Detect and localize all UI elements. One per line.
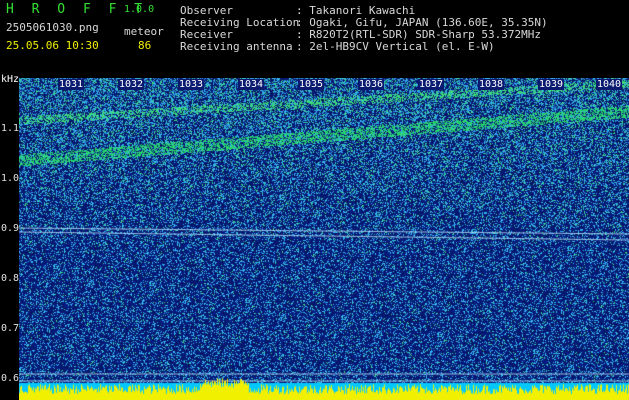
x-tick: 1034 (238, 79, 265, 90)
x-tick: 1033 (178, 79, 205, 90)
y-tick: 0.6 (1, 373, 20, 384)
x-tick: 1032 (118, 79, 145, 90)
y-tick: 1.1 (1, 123, 20, 134)
x-tick: 1039 (538, 79, 565, 90)
y-tick: 0.9 (1, 223, 20, 234)
x-tick: 1037 (418, 79, 445, 90)
x-tick: 1040 (596, 79, 623, 90)
antenna-value: : 2el-HB9CV Vertical (el. E-W) (296, 40, 495, 53)
app-version: 1.0.0 (124, 4, 155, 15)
antenna-key: Receiving antenna (180, 40, 293, 53)
file-datetime: 25.05.06 10:30 (6, 39, 99, 52)
y-tick: 0.7 (1, 323, 20, 334)
x-tick: 1036 (358, 79, 385, 90)
x-tick: 1031 (58, 79, 85, 90)
y-tick: 0.8 (1, 273, 20, 284)
x-tick: 1038 (478, 79, 505, 90)
spectrogram (19, 78, 629, 400)
detector-count: 86 (138, 39, 152, 52)
file-name: 2505061030.png (6, 21, 99, 34)
y-axis-unit: kHz (1, 74, 20, 85)
x-tick: 1035 (298, 79, 325, 90)
detector-label: meteor (124, 25, 164, 38)
y-tick: 1.0 (1, 173, 20, 184)
